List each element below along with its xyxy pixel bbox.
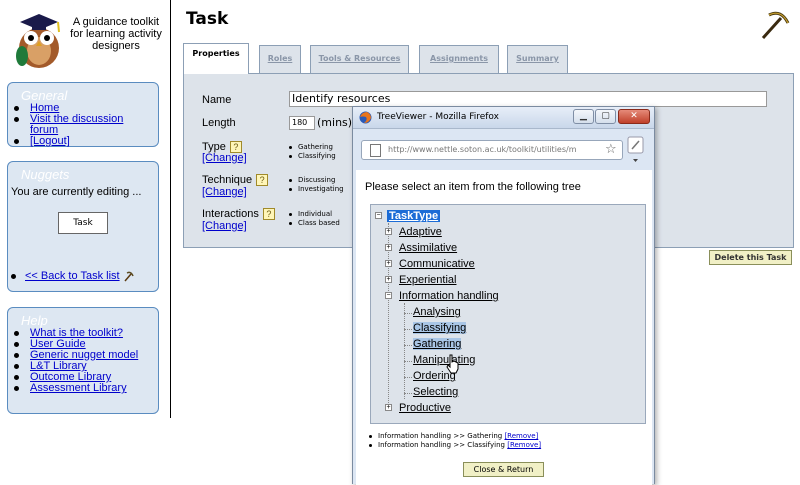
task-button[interactable]: Task [58, 212, 108, 234]
tree-item-selecting[interactable]: Selecting [413, 386, 458, 398]
list-item: Individual [289, 210, 340, 219]
list-item: Classifying [289, 152, 336, 161]
technique-label: Technique? [202, 174, 269, 186]
list-item: Investigating [289, 185, 344, 194]
tree-item-assimilative[interactable]: + Assimilative [385, 242, 457, 254]
tab-summary[interactable]: Summary [507, 45, 568, 73]
toolkit-logo: A guidance toolkit for learning activity… [8, 6, 164, 72]
url-text: http://www.nettle.soton.ac.uk/toolkit/ut… [388, 145, 577, 154]
tree-connector [404, 345, 412, 346]
tree-connector [404, 377, 412, 378]
page-icon [370, 144, 381, 157]
tab-roles[interactable]: Roles [259, 45, 301, 73]
selected-items: Information handling >> Gathering [Remov… [369, 432, 541, 450]
tab-tools-resources[interactable]: Tools & Resources [310, 45, 409, 73]
edit-icon[interactable] [627, 136, 644, 164]
editing-text: You are currently editing ... [11, 186, 142, 198]
nuggets-panel: Nuggets You are currently editing ... Ta… [7, 161, 159, 292]
pickaxe-icon [124, 271, 134, 282]
remove-link[interactable]: [Remove] [507, 441, 541, 449]
assessment-library-link[interactable]: Assessment Library [30, 382, 127, 394]
hand-cursor-icon [446, 354, 459, 374]
close-window-button[interactable]: ✕ [618, 109, 650, 124]
back-to-task-list: << Back to Task list [11, 270, 134, 282]
delete-task-button[interactable]: Delete this Task [709, 250, 792, 265]
window-titlebar[interactable]: TreeViewer - Mozilla Firefox ▁ ▢ ✕ [353, 107, 654, 129]
discussion-forum-link[interactable]: Visit the discussion forum [30, 113, 123, 136]
collapse-icon[interactable]: − [385, 292, 392, 299]
back-to-task-list-link[interactable]: << Back to Task list [25, 270, 120, 282]
expand-icon[interactable]: + [385, 228, 392, 235]
technique-change-link[interactable]: [Change] [202, 186, 247, 198]
minimize-button[interactable]: ▁ [573, 109, 594, 124]
tree-viewer-window: TreeViewer - Mozilla Firefox ▁ ▢ ✕ http:… [352, 106, 655, 485]
type-values: Gathering Classifying [289, 143, 336, 161]
tree-item-experiential[interactable]: + Experiential [385, 274, 456, 286]
tree-connector [404, 303, 405, 399]
type-change-link[interactable]: [Change] [202, 152, 247, 164]
tree-connector [404, 313, 412, 314]
expand-icon[interactable]: + [385, 276, 392, 283]
help-icon[interactable]: ? [256, 174, 269, 186]
technique-values: Discussing Investigating [289, 176, 344, 194]
firefox-icon [359, 111, 372, 124]
tree-item-analysing[interactable]: Analysing [413, 306, 461, 318]
general-panel-title: General [21, 88, 68, 103]
maximize-button[interactable]: ▢ [595, 109, 616, 124]
length-label: Length [202, 117, 236, 129]
collapse-icon[interactable]: − [375, 212, 382, 219]
window-title: TreeViewer - Mozilla Firefox [377, 112, 499, 122]
tree-connector [404, 393, 412, 394]
remove-link[interactable]: [Remove] [504, 432, 538, 440]
list-item: Information handling >> Gathering [Remov… [369, 432, 541, 441]
tab-assignments[interactable]: Assignments [419, 45, 499, 73]
name-label: Name [202, 94, 232, 106]
list-item: Class based [289, 219, 340, 228]
bookmark-star-icon[interactable]: ☆ [605, 143, 617, 157]
help-icon[interactable]: ? [262, 208, 275, 220]
interactions-values: Individual Class based [289, 210, 340, 228]
list-item: Discussing [289, 176, 344, 185]
tree-item-communicative[interactable]: + Communicative [385, 258, 475, 270]
tree-root[interactable]: − TaskType [375, 210, 441, 222]
tree-connector [404, 361, 412, 362]
pickaxe-icon [761, 11, 790, 40]
nuggets-panel-title: Nuggets [21, 167, 70, 182]
sidebar-divider [170, 0, 171, 418]
tree-prompt: Please select an item from the following… [365, 181, 581, 193]
help-panel: Help What is the toolkit? User Guide Gen… [7, 307, 159, 414]
general-panel: General Home Visit the discussion forum … [7, 82, 159, 147]
length-unit: (mins) [317, 116, 353, 129]
interactions-change-link[interactable]: [Change] [202, 220, 247, 232]
expand-icon[interactable]: + [385, 404, 392, 411]
task-type-tree: − TaskType + Adaptive + Assimilative + C… [370, 204, 646, 424]
page-title: Task [186, 9, 229, 29]
logo-text: A guidance toolkit for learning activity… [70, 16, 162, 52]
list-item: Gathering [289, 143, 336, 152]
owl-icon [16, 14, 60, 68]
tree-connector [404, 329, 412, 330]
list-item: Information handling >> Classifying [Rem… [369, 441, 541, 450]
tree-item-productive[interactable]: + Productive [385, 402, 451, 414]
tree-item-adaptive[interactable]: + Adaptive [385, 226, 442, 238]
expand-icon[interactable]: + [385, 260, 392, 267]
logout-link[interactable]: [Logout] [30, 135, 70, 147]
length-field[interactable]: 180 [289, 116, 315, 130]
name-field[interactable]: Identify resources [289, 91, 767, 107]
tree-item-gathering[interactable]: Gathering [413, 338, 462, 350]
close-return-button[interactable]: Close & Return [463, 462, 544, 477]
tree-item-information-handling[interactable]: − Information handling [385, 290, 499, 302]
tree-item-classifying[interactable]: Classifying [413, 322, 467, 334]
popup-content: Please select an item from the following… [356, 170, 652, 485]
tab-properties[interactable]: Properties [183, 43, 249, 74]
help-panel-title: Help [21, 313, 48, 328]
expand-icon[interactable]: + [385, 244, 392, 251]
interactions-label: Interactions? [202, 208, 275, 220]
url-bar[interactable]: http://www.nettle.soton.ac.uk/toolkit/ut… [361, 140, 623, 160]
tree-item-manipulating[interactable]: Manipulating [413, 354, 475, 366]
